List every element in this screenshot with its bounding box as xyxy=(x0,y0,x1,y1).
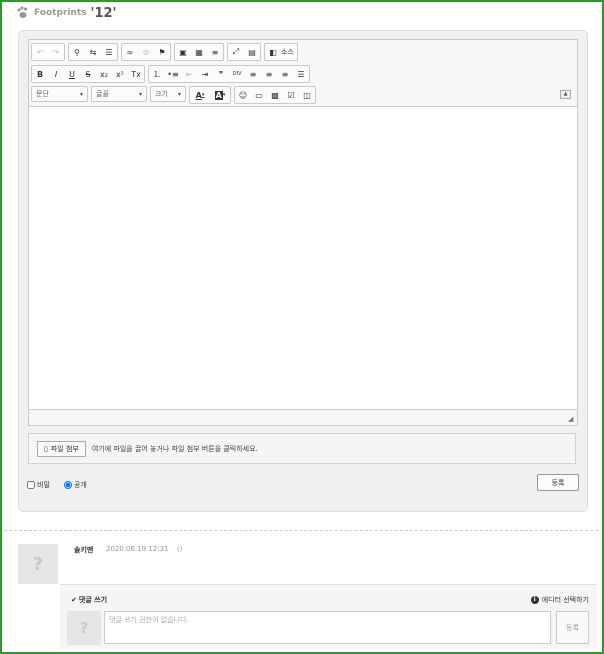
bulleted-list-icon[interactable]: •≡ xyxy=(165,66,181,82)
widget-icon[interactable]: ◫ xyxy=(299,87,315,103)
visibility-options: 비밀 공개 xyxy=(27,480,87,490)
bg-color-button[interactable]: A ▾ xyxy=(210,87,230,103)
comment-ip: () xyxy=(177,545,183,553)
font-select-value: 글꼴 xyxy=(96,90,109,98)
format-select[interactable]: 문단 ▾ xyxy=(31,86,88,102)
toolbar-row-2: B I U S x₂ x² Tx ⒈ •≡ ⇤ ⇥ ❞ DIV ≡ ≡ ≡ ☰ xyxy=(31,65,313,83)
comment-author[interactable]: 솔키맨 xyxy=(74,545,93,555)
check-icon: ✔ xyxy=(71,596,77,604)
subscript-button[interactable]: x₂ xyxy=(96,66,112,82)
superscript-button[interactable]: x² xyxy=(112,66,128,82)
source-label[interactable]: 소스 xyxy=(281,44,294,60)
brand-name: Footprints xyxy=(34,8,87,18)
reply-submit-button[interactable]: 등록 xyxy=(556,611,589,644)
italic-button[interactable]: I xyxy=(48,66,64,82)
underline-button[interactable]: U xyxy=(64,66,80,82)
register-button[interactable]: 등록 xyxy=(537,474,579,491)
comment-date: 2020.06.19 12:31 xyxy=(106,545,169,553)
align-left-icon[interactable]: ≡ xyxy=(245,66,261,82)
text-color-button[interactable]: A ▾ xyxy=(190,87,210,103)
editor-content-area[interactable] xyxy=(29,106,577,410)
align-right-icon[interactable]: ≡ xyxy=(277,66,293,82)
select-all-icon[interactable]: ☰ xyxy=(101,44,117,60)
paw-icon xyxy=(17,6,28,18)
find-icon[interactable]: ⚲ xyxy=(69,44,85,60)
outdent-icon[interactable]: ⇤ xyxy=(181,66,197,82)
remove-format-button[interactable]: Tx xyxy=(128,66,144,82)
chevron-down-icon: ▾ xyxy=(138,90,142,98)
emoticon-icon[interactable]: ☺ xyxy=(235,87,251,103)
font-select[interactable]: 글꼴 ▾ xyxy=(91,86,147,102)
format-select-value: 문단 xyxy=(36,90,49,98)
file-attach-label: 파일 첨부 xyxy=(50,444,79,453)
size-select-value: 크기 xyxy=(155,90,168,98)
replace-icon[interactable]: ⇆ xyxy=(85,44,101,60)
div-button[interactable]: DIV xyxy=(229,66,245,82)
bold-button[interactable]: B xyxy=(32,66,48,82)
checkbox-icon[interactable]: ☑ xyxy=(283,87,299,103)
size-select[interactable]: 크기 ▾ xyxy=(150,86,186,102)
media-icon[interactable]: ▭ xyxy=(251,87,267,103)
unlink-icon[interactable]: ⊘ xyxy=(138,44,154,60)
divider xyxy=(4,530,598,531)
align-justify-icon[interactable]: ☰ xyxy=(293,66,309,82)
file-attach-button[interactable]: ▯ 파일 첨부 xyxy=(37,440,86,457)
info-icon: i xyxy=(530,596,539,604)
hr-icon[interactable]: ≡ xyxy=(207,44,223,60)
avatar: ? xyxy=(18,544,58,584)
secret-checkbox[interactable] xyxy=(27,481,35,489)
collapse-toolbar-button[interactable]: ▲ xyxy=(560,90,571,99)
resize-handle[interactable]: ◢ xyxy=(568,416,574,423)
indent-icon[interactable]: ⇥ xyxy=(197,66,213,82)
rich-text-editor: ↶ ↷ ⚲ ⇆ ☰ ∞ ⊘ ⚑ ▣ ▦ ≡ ⤢ ▤ ◧ 소스 B I U S x… xyxy=(28,39,578,426)
strike-button[interactable]: S xyxy=(80,66,96,82)
public-radio[interactable] xyxy=(63,481,72,489)
anchor-icon[interactable]: ⚑ xyxy=(154,44,170,60)
maximize-icon[interactable]: ⤢ xyxy=(228,44,244,60)
public-label: 공개 xyxy=(73,481,87,489)
image-icon[interactable]: ▣ xyxy=(175,44,191,60)
numbered-list-icon[interactable]: ⒈ xyxy=(149,66,165,82)
source-icon[interactable]: ◧ xyxy=(265,44,281,60)
page-title: Footprints '12' xyxy=(16,5,117,21)
reply-box: ✔ 댓글 쓰기 i 에디터 선택하기 ? 댓글 쓰기 권한이 없습니다. 등록 xyxy=(60,584,597,649)
gallery-icon[interactable]: ▩ xyxy=(267,87,283,103)
toolbar-row-1: ↶ ↷ ⚲ ⇆ ☰ ∞ ⊘ ⚑ ▣ ▦ ≡ ⤢ ▤ ◧ 소스 xyxy=(31,43,301,61)
file-attach-hint: 여기에 파일을 끌어 놓거나 파일 첨부 버튼을 클릭하세요. xyxy=(91,444,258,453)
reply-textarea[interactable]: 댓글 쓰기 권한이 없습니다. xyxy=(104,611,551,644)
show-blocks-icon[interactable]: ▤ xyxy=(244,44,260,60)
reply-title: ✔ 댓글 쓰기 xyxy=(71,596,108,604)
secret-label: 비밀 xyxy=(37,481,50,489)
undo-icon[interactable]: ↶ xyxy=(32,44,48,60)
blockquote-button[interactable]: ❞ xyxy=(213,66,229,82)
toolbar-row-3: 문단 ▾ 글꼴 ▾ 크기 ▾ A ▾ A ▾ ☺ ▭ ▩ ☑ ◫ xyxy=(31,86,319,104)
link-icon[interactable]: ∞ xyxy=(122,44,138,60)
redo-icon[interactable]: ↷ xyxy=(48,44,64,60)
post-title: '12' xyxy=(90,5,117,21)
editor-mode-link[interactable]: i 에디터 선택하기 xyxy=(530,595,589,605)
chevron-down-icon: ▾ xyxy=(177,90,181,98)
editor-mode-label: 에디터 선택하기 xyxy=(541,596,589,604)
file-attach-area[interactable]: ▯ 파일 첨부 여기에 파일을 끌어 놓거나 파일 첨부 버튼을 클릭하세요. xyxy=(28,433,576,464)
align-center-icon[interactable]: ≡ xyxy=(261,66,277,82)
chevron-down-icon: ▾ xyxy=(79,90,83,98)
file-icon: ▯ xyxy=(44,444,48,453)
reply-avatar: ? xyxy=(67,611,101,645)
table-icon[interactable]: ▦ xyxy=(191,44,207,60)
write-panel: ↶ ↷ ⚲ ⇆ ☰ ∞ ⊘ ⚑ ▣ ▦ ≡ ⤢ ▤ ◧ 소스 B I U S x… xyxy=(18,30,588,512)
